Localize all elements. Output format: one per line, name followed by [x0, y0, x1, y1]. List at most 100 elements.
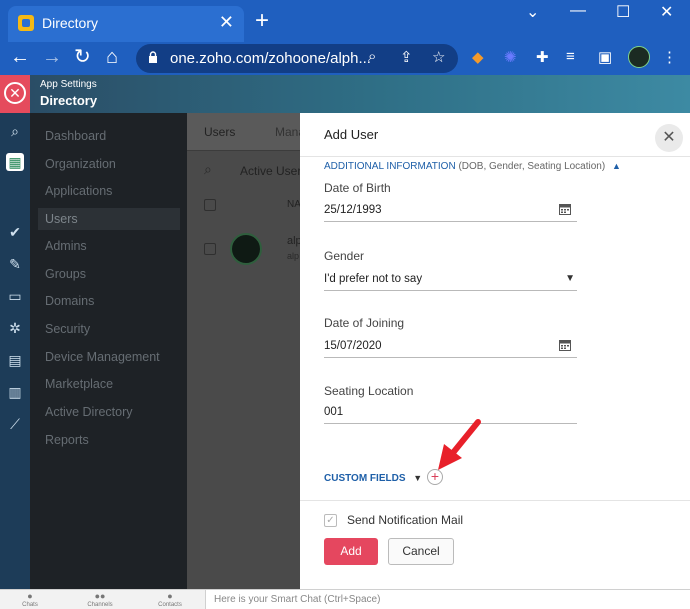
calendar-icon[interactable]	[559, 339, 571, 351]
back-icon[interactable]: ←	[10, 46, 30, 68]
doj-field[interactable]: 15/07/2020	[324, 336, 577, 358]
browser-tab[interactable]: Directory ✕	[8, 6, 244, 42]
custom-fields-section[interactable]: CUSTOM FIELDS ▼	[324, 473, 422, 484]
channels-icon: ●●	[94, 591, 106, 601]
search-icon[interactable]: ⌕	[6, 122, 24, 140]
browser-tab-bar: Directory ✕ + ⌄ — ☐ ✕	[0, 0, 690, 42]
metamask-extension-icon[interactable]: ◆	[472, 48, 484, 66]
annotation-arrow-icon	[438, 419, 481, 470]
tab-users[interactable]: Users	[204, 125, 235, 139]
gender-select[interactable]: I'd prefer not to say ▼	[324, 269, 577, 291]
additional-info-section[interactable]: ADDITIONAL INFORMATION (DOB, Gender, Sea…	[324, 161, 621, 172]
chart-app-icon[interactable]: ⟋	[6, 415, 24, 433]
users-main-area: Users Mana ⌕ Active Users NA alp alp	[187, 113, 307, 589]
calendar-icon[interactable]	[559, 203, 571, 215]
chevron-down-icon: ▼	[565, 273, 575, 284]
select-all-checkbox[interactable]	[204, 199, 216, 211]
settings-app-icon[interactable]: ✲	[6, 319, 24, 337]
browser-toolbar: ← → ↻ ⌂ one.zoho.com/zohoone/alph... ⌕ ⇪…	[0, 42, 690, 75]
icon-rail: ⌕ ▦ ✔ ✎ ▭ ✲ ▤ ▥ ⟋	[0, 113, 30, 589]
chat-bubble-icon: ●	[27, 591, 33, 601]
pen-app-icon[interactable]: ✎	[6, 255, 24, 273]
directory-app-icon[interactable]: ▦	[6, 153, 24, 171]
zoom-icon[interactable]: ⌕	[368, 48, 376, 65]
sidebar-item-security[interactable]: Security	[38, 318, 180, 340]
doj-value: 15/07/2020	[324, 340, 382, 352]
mail-app-icon[interactable]: ▥	[6, 383, 24, 401]
users-tabs: Users Mana	[187, 113, 305, 151]
close-rail: ✕	[0, 75, 30, 113]
dob-value: 25/12/1993	[324, 204, 382, 216]
seating-value: 001	[324, 406, 344, 418]
menu-icon[interactable]: ⋮	[662, 48, 677, 66]
custom-fields-label: CUSTOM FIELDS	[324, 473, 406, 484]
section-title: ADDITIONAL INFORMATION	[324, 161, 456, 172]
profile-avatar[interactable]	[628, 46, 650, 68]
maximize-button[interactable]: ☐	[616, 2, 630, 22]
home-icon[interactable]: ⌂	[106, 46, 118, 68]
sidebar-item-dashboard[interactable]: Dashboard	[38, 125, 180, 147]
sidebar-item-domains[interactable]: Domains	[38, 290, 180, 312]
share-icon[interactable]: ⇪	[400, 48, 413, 66]
app-header: ✕ App Settings Directory	[0, 75, 690, 113]
bottom-bar: ● Chats ●● Channels ● Contacts Here is y…	[0, 589, 690, 609]
add-user-panel: Add User ✕ ADDITIONAL INFORMATION (DOB, …	[300, 113, 690, 589]
row-checkbox[interactable]	[204, 243, 216, 255]
lock-icon	[149, 51, 157, 63]
chats-label: Chats	[22, 602, 38, 608]
extensions-puzzle-icon[interactable]: ✚	[536, 48, 549, 66]
chevron-up-icon: ▲	[611, 161, 621, 171]
chat-app-icon[interactable]: ▭	[6, 287, 24, 305]
checkmark-app-icon[interactable]: ✔	[6, 223, 24, 241]
sidebar-item-admins[interactable]: Admins	[38, 235, 180, 257]
cancel-button[interactable]: Cancel	[388, 538, 454, 565]
address-bar[interactable]: one.zoho.com/zohoone/alph... ⌕ ⇪ ☆	[136, 44, 458, 73]
doj-label: Date of Joining	[324, 316, 405, 330]
extension-icon[interactable]: ✺	[504, 48, 517, 66]
new-tab-button[interactable]: +	[255, 8, 269, 34]
tab-search-icon[interactable]: ⌄	[526, 2, 539, 22]
sidebar-item-applications[interactable]: Applications	[38, 180, 180, 202]
add-button[interactable]: Add	[324, 538, 378, 565]
tab-close-icon[interactable]: ✕	[219, 12, 234, 32]
chats-button[interactable]: ● Chats	[10, 590, 50, 609]
sidebar-item-users[interactable]: Users	[38, 208, 180, 230]
settings-sidebar: Dashboard Organization Applications User…	[30, 113, 187, 589]
channels-button[interactable]: ●● Channels	[80, 590, 120, 609]
panel-close-button[interactable]: ✕	[655, 124, 683, 152]
minimize-button[interactable]: —	[570, 2, 586, 20]
user-avatar	[230, 233, 262, 265]
gender-value: I'd prefer not to say	[324, 273, 423, 285]
sidebar-item-active-directory[interactable]: Active Directory	[38, 401, 180, 423]
bookmark-star-icon[interactable]: ☆	[432, 48, 445, 66]
sidebar-item-device-management[interactable]: Device Management	[38, 346, 180, 368]
sidebar-item-groups[interactable]: Groups	[38, 263, 180, 285]
search-icon[interactable]: ⌕	[204, 161, 212, 178]
reading-list-icon[interactable]: ≡	[566, 48, 575, 65]
smart-chat-input[interactable]: Here is your Smart Chat (Ctrl+Space)	[205, 590, 690, 609]
panel-header: Add User ✕	[300, 113, 690, 157]
contact-person-icon: ●	[167, 591, 173, 601]
gender-label: Gender	[324, 249, 365, 263]
active-users-filter[interactable]: Active Users	[240, 164, 307, 178]
tab-title: Directory	[42, 15, 99, 31]
sidebar-item-reports[interactable]: Reports	[38, 429, 180, 451]
send-notification-checkbox[interactable]: ✓	[324, 514, 337, 527]
sidebar-item-marketplace[interactable]: Marketplace	[38, 373, 180, 395]
sidebar-item-organization[interactable]: Organization	[38, 153, 180, 175]
window-close-button[interactable]: ✕	[660, 2, 673, 22]
side-panel-icon[interactable]: ▣	[598, 48, 612, 66]
channels-label: Channels	[87, 602, 113, 608]
forward-icon[interactable]: →	[42, 46, 62, 68]
section-hint: (DOB, Gender, Seating Location)	[458, 161, 606, 172]
analytics-app-icon[interactable]: ▤	[6, 351, 24, 369]
app-header-subtitle: App Settings	[40, 79, 97, 90]
contacts-button[interactable]: ● Contacts	[150, 590, 190, 609]
reload-icon[interactable]: ↻	[74, 46, 91, 68]
close-app-icon[interactable]: ✕	[4, 82, 26, 104]
filter-row: ⌕ Active Users	[187, 159, 307, 183]
url-text: one.zoho.com/zohoone/alph...	[170, 50, 371, 67]
dob-field[interactable]: 25/12/1993	[324, 200, 577, 222]
panel-title: Add User	[324, 127, 379, 142]
app-header-title: Directory	[40, 93, 98, 108]
